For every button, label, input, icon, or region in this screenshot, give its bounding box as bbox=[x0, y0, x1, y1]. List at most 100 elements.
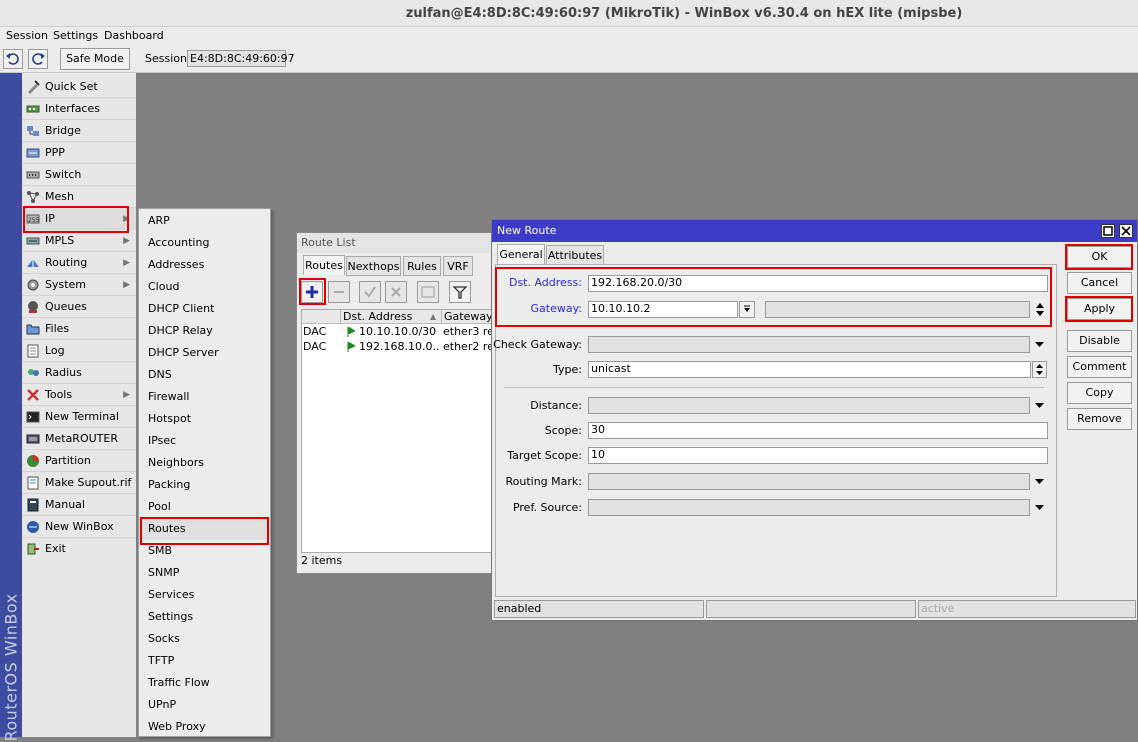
sidebar-item-metarouter[interactable]: MetaROUTER bbox=[22, 428, 136, 450]
sidebar-item-exit[interactable]: Exit bbox=[22, 538, 136, 560]
submenu-item-hotspot[interactable]: Hotspot bbox=[139, 408, 270, 430]
row-dst: 192.168.10.0... bbox=[359, 340, 439, 353]
sidebar-item-routing[interactable]: Routing ▶ bbox=[22, 252, 136, 274]
sidebar-item-new-winbox[interactable]: New WinBox bbox=[22, 516, 136, 538]
submenu-arrow-icon: ▶ bbox=[123, 390, 130, 400]
submenu-item-firewall[interactable]: Firewall bbox=[139, 386, 270, 408]
ppp-icon bbox=[26, 146, 40, 160]
tab-general[interactable]: General bbox=[497, 244, 545, 264]
submenu-item-packing[interactable]: Packing bbox=[139, 474, 270, 496]
table-row[interactable]: DAC 10.10.10.0/30 ether3 rea bbox=[302, 325, 498, 340]
type-select[interactable]: unicast bbox=[588, 361, 1031, 378]
undo-icon bbox=[6, 53, 19, 65]
submenu-arrow-icon: ▶ bbox=[123, 258, 130, 268]
submenu-item-dhcp-client[interactable]: DHCP Client bbox=[139, 298, 270, 320]
submenu-item-traffic-flow[interactable]: Traffic Flow bbox=[139, 672, 270, 694]
sidebar-item-switch[interactable]: Switch bbox=[22, 164, 136, 186]
tab-routes[interactable]: Routes bbox=[303, 255, 345, 275]
submenu-item-addresses[interactable]: Addresses bbox=[139, 254, 270, 276]
tab-rules[interactable]: Rules bbox=[403, 256, 441, 276]
chevron-down-icon[interactable] bbox=[1034, 502, 1045, 512]
filter-button[interactable] bbox=[449, 281, 471, 303]
chevron-down-icon[interactable] bbox=[1034, 339, 1045, 349]
undo-button[interactable] bbox=[3, 49, 23, 69]
submenu-item-neighbors[interactable]: Neighbors bbox=[139, 452, 270, 474]
remove-button[interactable]: Remove bbox=[1067, 408, 1132, 430]
route-active-flag-icon bbox=[347, 327, 355, 337]
sidebar-item-manual[interactable]: Manual bbox=[22, 494, 136, 516]
submenu-item-ipsec[interactable]: IPsec bbox=[139, 430, 270, 452]
safe-mode-button[interactable]: Safe Mode bbox=[60, 48, 130, 70]
type-dropdown-button[interactable] bbox=[1032, 361, 1047, 378]
submenu-item-services[interactable]: Services bbox=[139, 584, 270, 606]
menu-session[interactable]: Session bbox=[6, 29, 48, 42]
sidebar-item-mesh[interactable]: Mesh bbox=[22, 186, 136, 208]
submenu-item-pool[interactable]: Pool bbox=[139, 496, 270, 518]
window-title-bar: zulfan@E4:8D:8C:49:60:97 (MikroTik) - Wi… bbox=[0, 0, 1138, 27]
remove-button[interactable] bbox=[328, 281, 350, 303]
submenu-item-tftp[interactable]: TFTP bbox=[139, 650, 270, 672]
route-active-flag-icon bbox=[347, 342, 355, 352]
chevron-down-icon[interactable] bbox=[1034, 400, 1045, 410]
submenu-item-arp[interactable]: ARP bbox=[139, 210, 270, 232]
sidebar-item-quick-set[interactable]: Quick Set bbox=[22, 76, 136, 98]
redo-button[interactable] bbox=[28, 49, 48, 69]
routing-mark-select[interactable] bbox=[588, 473, 1030, 490]
sidebar-item-interfaces[interactable]: Interfaces bbox=[22, 98, 136, 120]
maximize-button[interactable] bbox=[1101, 224, 1115, 238]
enable-button[interactable] bbox=[359, 281, 381, 303]
pref-source-select[interactable] bbox=[588, 499, 1030, 516]
sidebar-item-radius[interactable]: Radius bbox=[22, 362, 136, 384]
sidebar-item-bridge[interactable]: Bridge bbox=[22, 120, 136, 142]
sidebar-item-tools[interactable]: Tools ▶ bbox=[22, 384, 136, 406]
comment-button[interactable]: Comment bbox=[1067, 356, 1132, 378]
sidebar-item-files[interactable]: Files bbox=[22, 318, 136, 340]
submenu-item-dhcp-server[interactable]: DHCP Server bbox=[139, 342, 270, 364]
add-button-highlight bbox=[299, 278, 326, 305]
submenu-item-snmp[interactable]: SNMP bbox=[139, 562, 270, 584]
sidebar-item-partition[interactable]: Partition bbox=[22, 450, 136, 472]
sidebar-item-new-terminal[interactable]: New Terminal bbox=[22, 406, 136, 428]
submenu-item-socks[interactable]: Socks bbox=[139, 628, 270, 650]
scope-input[interactable]: 30 bbox=[588, 422, 1048, 439]
column-header-flags[interactable] bbox=[302, 310, 341, 324]
row-flags: DAC bbox=[303, 340, 327, 353]
submenu-item-accounting[interactable]: Accounting bbox=[139, 232, 270, 254]
tab-nexthops[interactable]: Nexthops bbox=[346, 256, 401, 276]
submenu-item-web-proxy[interactable]: Web Proxy bbox=[139, 716, 270, 738]
manual-icon bbox=[26, 498, 40, 512]
apply-highlight bbox=[1065, 296, 1133, 322]
column-header-dst-address[interactable]: Dst. Address bbox=[343, 310, 443, 324]
pref-source-label: Pref. Source: bbox=[512, 501, 582, 514]
brand-strip: RouterOS WinBox bbox=[0, 73, 22, 742]
sidebar-item-ppp[interactable]: PPP bbox=[22, 142, 136, 164]
submenu-item-dhcp-relay[interactable]: DHCP Relay bbox=[139, 320, 270, 342]
check-gateway-select[interactable] bbox=[588, 336, 1030, 353]
sidebar-item-system[interactable]: System ▶ bbox=[22, 274, 136, 296]
disable-button[interactable] bbox=[385, 281, 407, 303]
submenu-item-upnp[interactable]: UPnP bbox=[139, 694, 270, 716]
submenu-item-cloud[interactable]: Cloud bbox=[139, 276, 270, 298]
sidebar-item-queues[interactable]: Queues bbox=[22, 296, 136, 318]
sidebar-item-make-supout[interactable]: Make Supout.rif bbox=[22, 472, 136, 494]
submenu-item-dns[interactable]: DNS bbox=[139, 364, 270, 386]
close-button[interactable] bbox=[1119, 224, 1133, 238]
cancel-button[interactable]: Cancel bbox=[1067, 272, 1132, 294]
table-row[interactable]: DAC 192.168.10.0... ether2 rea bbox=[302, 340, 498, 355]
disable-button[interactable]: Disable bbox=[1067, 330, 1132, 352]
sidebar-item-mpls[interactable]: MPLS ▶ bbox=[22, 230, 136, 252]
submenu-item-settings[interactable]: Settings bbox=[139, 606, 270, 628]
target-scope-input[interactable]: 10 bbox=[588, 447, 1048, 464]
cross-icon bbox=[391, 287, 401, 297]
chevron-down-icon[interactable] bbox=[1034, 476, 1045, 486]
menu-dashboard[interactable]: Dashboard bbox=[104, 29, 164, 42]
winbox-icon bbox=[26, 520, 40, 534]
sidebar-item-log[interactable]: Log bbox=[22, 340, 136, 362]
close-icon bbox=[1121, 226, 1131, 236]
menu-settings[interactable]: Settings bbox=[53, 29, 98, 42]
tab-attributes[interactable]: Attributes bbox=[546, 245, 604, 265]
comment-button[interactable] bbox=[417, 281, 439, 303]
distance-input[interactable] bbox=[588, 397, 1030, 414]
copy-button[interactable]: Copy bbox=[1067, 382, 1132, 404]
tab-vrf[interactable]: VRF bbox=[443, 256, 473, 276]
